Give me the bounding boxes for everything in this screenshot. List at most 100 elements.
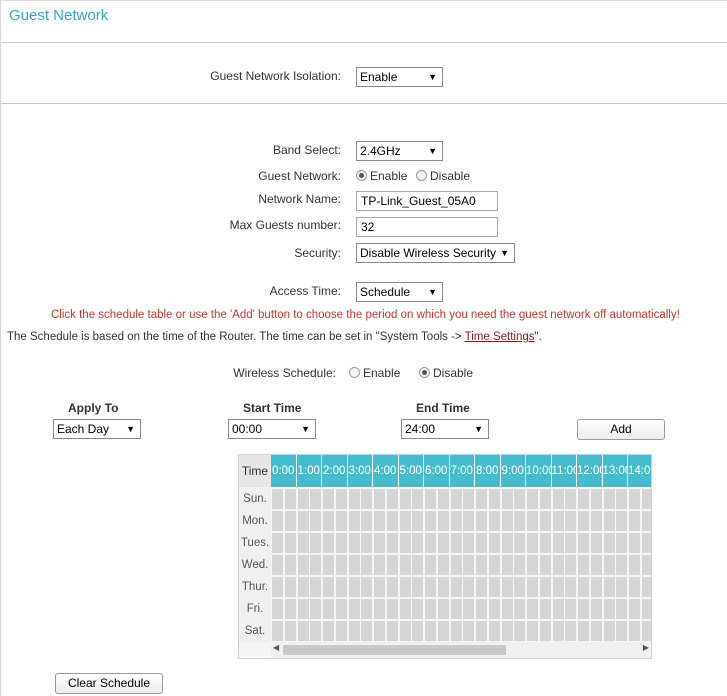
add-button[interactable]: Add bbox=[577, 419, 665, 440]
schedule-cell[interactable] bbox=[514, 577, 526, 597]
schedule-cell[interactable] bbox=[450, 555, 462, 575]
schedule-cell[interactable] bbox=[284, 511, 296, 531]
schedule-cell[interactable] bbox=[374, 489, 385, 509]
schedule-cell[interactable] bbox=[310, 511, 322, 531]
schedule-cell[interactable] bbox=[297, 599, 309, 619]
schedule-cell[interactable] bbox=[488, 621, 500, 641]
schedule-cell[interactable] bbox=[514, 533, 526, 553]
schedule-cell[interactable] bbox=[590, 511, 602, 531]
schedule-cell[interactable] bbox=[552, 577, 564, 597]
schedule-cell[interactable] bbox=[527, 511, 538, 531]
schedule-cell[interactable] bbox=[514, 555, 526, 575]
schedule-cell[interactable] bbox=[578, 599, 589, 619]
schedule-cell[interactable] bbox=[527, 577, 538, 597]
schedule-cell[interactable] bbox=[437, 533, 449, 553]
schedule-cell[interactable] bbox=[297, 621, 309, 641]
schedule-cell[interactable] bbox=[284, 533, 296, 553]
schedule-cell[interactable] bbox=[386, 555, 398, 575]
schedule-cell[interactable] bbox=[539, 577, 551, 597]
schedule-cell[interactable] bbox=[603, 489, 615, 509]
schedule-cell[interactable] bbox=[527, 555, 538, 575]
access-time-select[interactable]: Schedule ▼ bbox=[356, 282, 443, 302]
schedule-cell[interactable] bbox=[552, 621, 564, 641]
schedule-cell[interactable] bbox=[361, 555, 373, 575]
schedule-cell[interactable] bbox=[323, 577, 334, 597]
schedule-cell[interactable] bbox=[399, 489, 411, 509]
schedule-cell[interactable] bbox=[552, 489, 564, 509]
schedule-cell[interactable] bbox=[450, 577, 462, 597]
schedule-cell[interactable] bbox=[590, 533, 602, 553]
schedule-cell[interactable] bbox=[578, 555, 589, 575]
schedule-cell[interactable] bbox=[629, 511, 640, 531]
schedule-cell[interactable] bbox=[386, 577, 398, 597]
schedule-cell[interactable] bbox=[361, 599, 373, 619]
schedule-cell[interactable] bbox=[272, 577, 283, 597]
schedule-cell[interactable] bbox=[476, 511, 487, 531]
schedule-cell[interactable] bbox=[323, 533, 334, 553]
schedule-cell[interactable] bbox=[437, 555, 449, 575]
schedule-cell[interactable] bbox=[463, 555, 475, 575]
schedule-cell[interactable] bbox=[386, 533, 398, 553]
schedule-cell[interactable] bbox=[386, 621, 398, 641]
schedule-cell[interactable] bbox=[501, 599, 513, 619]
schedule-cell[interactable] bbox=[335, 511, 347, 531]
schedule-cell[interactable] bbox=[297, 577, 309, 597]
schedule-cell[interactable] bbox=[425, 599, 436, 619]
clear-schedule-button[interactable]: Clear Schedule bbox=[55, 673, 163, 694]
band-select[interactable]: 2.4GHz ▼ bbox=[356, 141, 443, 161]
schedule-cell[interactable] bbox=[527, 621, 538, 641]
schedule-cell[interactable] bbox=[348, 599, 360, 619]
schedule-cell[interactable] bbox=[374, 511, 385, 531]
schedule-cell[interactable] bbox=[437, 621, 449, 641]
schedule-cell[interactable] bbox=[539, 489, 551, 509]
schedule-cell[interactable] bbox=[335, 577, 347, 597]
schedule-cell[interactable] bbox=[323, 621, 334, 641]
schedule-cell[interactable] bbox=[501, 533, 513, 553]
schedule-cell[interactable] bbox=[590, 489, 602, 509]
schedule-cell[interactable] bbox=[603, 599, 615, 619]
schedule-cell[interactable] bbox=[463, 621, 475, 641]
schedule-cell[interactable] bbox=[425, 489, 436, 509]
schedule-cell[interactable] bbox=[629, 555, 640, 575]
schedule-cell[interactable] bbox=[310, 599, 322, 619]
schedule-cell[interactable] bbox=[310, 489, 322, 509]
schedule-cell[interactable] bbox=[284, 577, 296, 597]
schedule-cell[interactable] bbox=[412, 511, 424, 531]
schedule-cell[interactable] bbox=[310, 621, 322, 641]
schedule-cell[interactable] bbox=[488, 599, 500, 619]
schedule-cell[interactable] bbox=[272, 511, 283, 531]
schedule-cell[interactable] bbox=[361, 621, 373, 641]
schedule-cell[interactable] bbox=[412, 577, 424, 597]
schedule-cell[interactable] bbox=[297, 555, 309, 575]
schedule-cell[interactable] bbox=[565, 621, 577, 641]
schedule-cell[interactable] bbox=[335, 489, 347, 509]
schedule-cell[interactable] bbox=[310, 577, 322, 597]
schedule-cell[interactable] bbox=[488, 533, 500, 553]
wireless-schedule-disable-radio[interactable] bbox=[419, 367, 430, 378]
schedule-cell[interactable] bbox=[425, 577, 436, 597]
schedule-cell[interactable] bbox=[463, 599, 475, 619]
schedule-cell[interactable] bbox=[590, 599, 602, 619]
schedule-cell[interactable] bbox=[297, 533, 309, 553]
schedule-cell[interactable] bbox=[514, 621, 526, 641]
schedule-cell[interactable] bbox=[578, 511, 589, 531]
schedule-cell[interactable] bbox=[284, 489, 296, 509]
schedule-cell[interactable] bbox=[616, 599, 628, 619]
schedule-cell[interactable] bbox=[437, 599, 449, 619]
schedule-cell[interactable] bbox=[616, 489, 628, 509]
schedule-cell[interactable] bbox=[272, 533, 283, 553]
schedule-cell[interactable] bbox=[616, 577, 628, 597]
schedule-cell[interactable] bbox=[323, 555, 334, 575]
schedule-cell[interactable] bbox=[437, 577, 449, 597]
security-select[interactable]: Disable Wireless Security ▼ bbox=[356, 243, 515, 263]
schedule-cell[interactable] bbox=[348, 533, 360, 553]
schedule-cell[interactable] bbox=[463, 489, 475, 509]
schedule-cell[interactable] bbox=[539, 533, 551, 553]
start-time-select[interactable]: 00:00 ▼ bbox=[228, 419, 316, 439]
schedule-cell[interactable] bbox=[641, 555, 651, 575]
schedule-cell[interactable] bbox=[450, 533, 462, 553]
schedule-cell[interactable] bbox=[578, 533, 589, 553]
schedule-cell[interactable] bbox=[412, 533, 424, 553]
schedule-cell[interactable] bbox=[578, 621, 589, 641]
schedule-cell[interactable] bbox=[514, 489, 526, 509]
